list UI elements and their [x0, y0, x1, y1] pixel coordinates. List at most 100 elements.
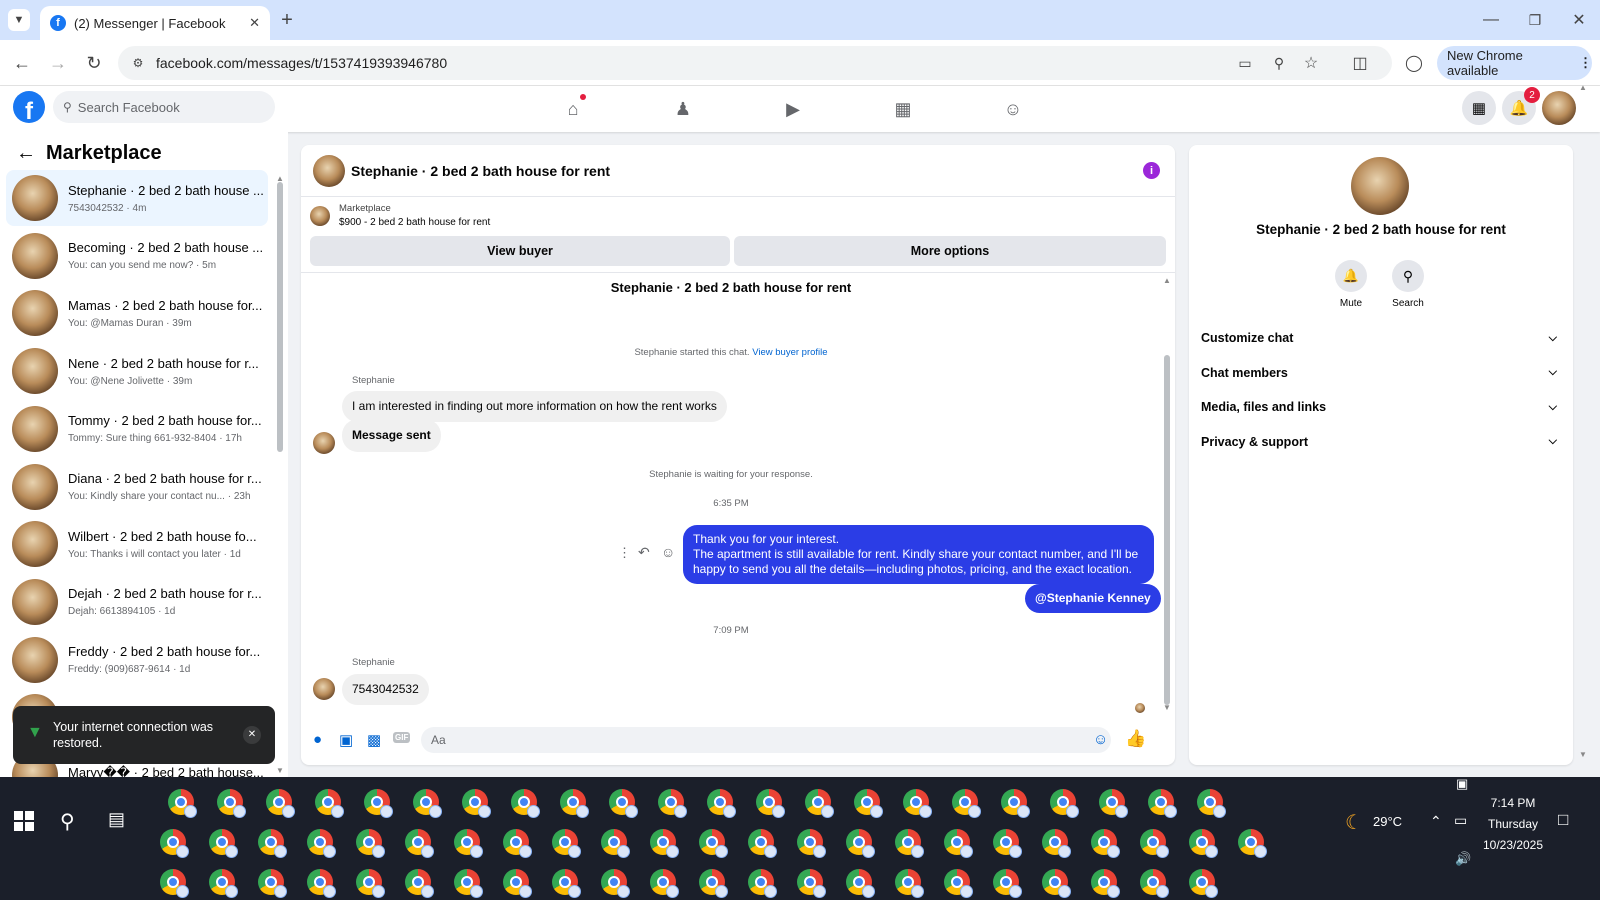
facebook-logo-icon[interactable]: f: [13, 91, 45, 123]
video-nav-icon[interactable]: ▶: [778, 94, 808, 124]
chrome-profile-icon[interactable]: [797, 829, 826, 858]
network-icon[interactable]: ▭: [1454, 812, 1467, 829]
chrome-profile-icon[interactable]: [658, 789, 687, 818]
chat-scrollbar[interactable]: [1164, 355, 1170, 705]
start-windows-icon[interactable]: [14, 811, 34, 831]
back-arrow-icon[interactable]: ←: [16, 142, 36, 165]
scroll-down-icon[interactable]: ▼: [1163, 703, 1171, 712]
chrome-profile-icon[interactable]: [266, 789, 295, 818]
conversation-item[interactable]: Dejah · 2 bed 2 bath house for r... Dejah…: [6, 574, 268, 630]
chrome-profile-icon[interactable]: [707, 789, 736, 818]
listing-description[interactable]: $900 - 2 bed 2 bath house for rent: [339, 217, 490, 228]
menu-grid-icon[interactable]: ▦: [1462, 91, 1496, 125]
chrome-profile-icon[interactable]: [511, 789, 540, 818]
microphone-icon[interactable]: ●: [313, 731, 322, 748]
bookmark-star-icon[interactable]: ☆: [1302, 54, 1320, 72]
notifications-center-icon[interactable]: □: [1558, 810, 1568, 830]
emoji-icon[interactable]: ☺: [1093, 731, 1108, 748]
chrome-profile-icon[interactable]: [307, 829, 336, 858]
account-avatar[interactable]: [1542, 91, 1576, 125]
chrome-profile-icon[interactable]: [168, 789, 197, 818]
scroll-up-icon[interactable]: ▲: [276, 174, 284, 183]
chrome-profile-icon[interactable]: [854, 789, 883, 818]
outgoing-message[interactable]: Thank you for your interest. The apartme…: [683, 525, 1154, 584]
chrome-profile-icon[interactable]: [1042, 829, 1071, 858]
chrome-profile-icon[interactable]: [609, 789, 638, 818]
groups-nav-icon[interactable]: ☺: [998, 94, 1028, 124]
friends-nav-icon[interactable]: ♟: [668, 94, 698, 124]
chrome-profile-icon[interactable]: [993, 869, 1022, 898]
reload-icon[interactable]: ↻: [82, 51, 106, 75]
chrome-profile-icon[interactable]: [356, 829, 385, 858]
conversation-item[interactable]: Nene · 2 bed 2 bath house for r... You: @…: [6, 343, 268, 399]
search-conversation-icon[interactable]: ⚲: [1392, 260, 1424, 292]
view-buyer-button[interactable]: View buyer: [310, 236, 730, 266]
chrome-profile-icon[interactable]: [601, 869, 630, 898]
show-hidden-icons[interactable]: ⌃: [1430, 813, 1442, 830]
incoming-message[interactable]: I am interested in finding out more info…: [342, 391, 727, 422]
clock[interactable]: 7:14 PM Thursday 10/23/2025: [1478, 793, 1548, 856]
chrome-profile-icon[interactable]: [258, 829, 287, 858]
chrome-profile-icon[interactable]: [160, 829, 189, 858]
more-options-button[interactable]: More options: [734, 236, 1166, 266]
view-buyer-profile-link[interactable]: View buyer profile: [752, 347, 827, 358]
conversation-item[interactable]: Becoming · 2 bed 2 bath house ... You: ca…: [6, 228, 268, 284]
chrome-profile-icon[interactable]: [315, 789, 344, 818]
chrome-profile-icon[interactable]: [405, 829, 434, 858]
chrome-profile-icon[interactable]: [903, 789, 932, 818]
photo-icon[interactable]: ▣: [339, 731, 353, 749]
chat-avatar[interactable]: [313, 154, 345, 187]
chrome-profile-icon[interactable]: [462, 789, 491, 818]
task-view-icon[interactable]: ▤: [108, 809, 125, 830]
notifications-bell-icon[interactable]: 🔔 2: [1502, 87, 1540, 125]
chrome-profile-icon[interactable]: [699, 829, 728, 858]
conversation-item[interactable]: Mamas · 2 bed 2 bath house for... You: @M…: [6, 285, 268, 341]
chrome-profile-icon[interactable]: [748, 869, 777, 898]
info-section-row[interactable]: Chat members ⌵: [1201, 356, 1561, 390]
chrome-profile-icon[interactable]: [552, 829, 581, 858]
chrome-profile-icon[interactable]: [952, 789, 981, 818]
mute-bell-icon[interactable]: 🔔: [1335, 260, 1367, 292]
search-taskbar-icon[interactable]: ⚲: [60, 809, 75, 834]
chrome-profile-icon[interactable]: [1091, 869, 1120, 898]
profile-icon[interactable]: ◯: [1402, 51, 1426, 75]
browser-tab[interactable]: f (2) Messenger | Facebook ✕: [40, 6, 270, 40]
conversation-item[interactable]: Freddy · 2 bed 2 bath house for... Freddy…: [6, 632, 268, 688]
scroll-down-icon[interactable]: ▼: [276, 766, 284, 775]
chrome-profile-icon[interactable]: [209, 869, 238, 898]
chrome-profile-icon[interactable]: [364, 789, 393, 818]
url-bar[interactable]: ⚙ facebook.com/messages/t/15374193939467…: [118, 46, 1392, 80]
info-section-row[interactable]: Customize chat ⌵: [1201, 321, 1561, 355]
close-window-icon[interactable]: ✕: [1568, 9, 1590, 31]
list-scrollbar[interactable]: [277, 182, 283, 452]
conversation-item[interactable]: Tommy · 2 bed 2 bath house for... Tommy: …: [6, 401, 268, 457]
chrome-profile-icon[interactable]: [1140, 829, 1169, 858]
zoom-icon[interactable]: ⚲: [1270, 54, 1288, 72]
home-nav-icon[interactable]: ⌂: [558, 94, 588, 124]
minimize-icon[interactable]: —: [1480, 9, 1502, 31]
toast-close-icon[interactable]: ✕: [243, 726, 261, 744]
new-chrome-button[interactable]: New Chrome available ⋮: [1437, 46, 1592, 80]
extensions-icon[interactable]: ◫: [1348, 51, 1372, 75]
incoming-message[interactable]: 7543042532: [342, 674, 429, 705]
react-emoji-icon[interactable]: ☺: [661, 544, 675, 560]
chrome-profile-icon[interactable]: [405, 869, 434, 898]
chrome-profile-icon[interactable]: [1189, 829, 1218, 858]
chrome-profile-icon[interactable]: [993, 829, 1022, 858]
page-scroll-up-icon[interactable]: ▲: [1579, 83, 1587, 92]
install-app-icon[interactable]: ▭: [1236, 54, 1254, 72]
new-tab-icon[interactable]: +: [276, 9, 298, 31]
close-tab-icon[interactable]: ✕: [249, 15, 260, 31]
message-input[interactable]: Aa: [421, 727, 1111, 753]
chrome-profile-icon[interactable]: [1197, 789, 1226, 818]
chrome-profile-icon[interactable]: [797, 869, 826, 898]
chrome-profile-icon[interactable]: [650, 869, 679, 898]
back-icon[interactable]: ←: [10, 51, 34, 75]
chrome-profile-icon[interactable]: [160, 869, 189, 898]
chrome-profile-icon[interactable]: [601, 829, 630, 858]
chrome-profile-icon[interactable]: [560, 789, 589, 818]
outgoing-mention-message[interactable]: @Stephanie Kenney: [1025, 584, 1161, 613]
chrome-profile-icon[interactable]: [1238, 829, 1267, 858]
chrome-profile-icon[interactable]: [503, 829, 532, 858]
chrome-profile-icon[interactable]: [1189, 869, 1218, 898]
